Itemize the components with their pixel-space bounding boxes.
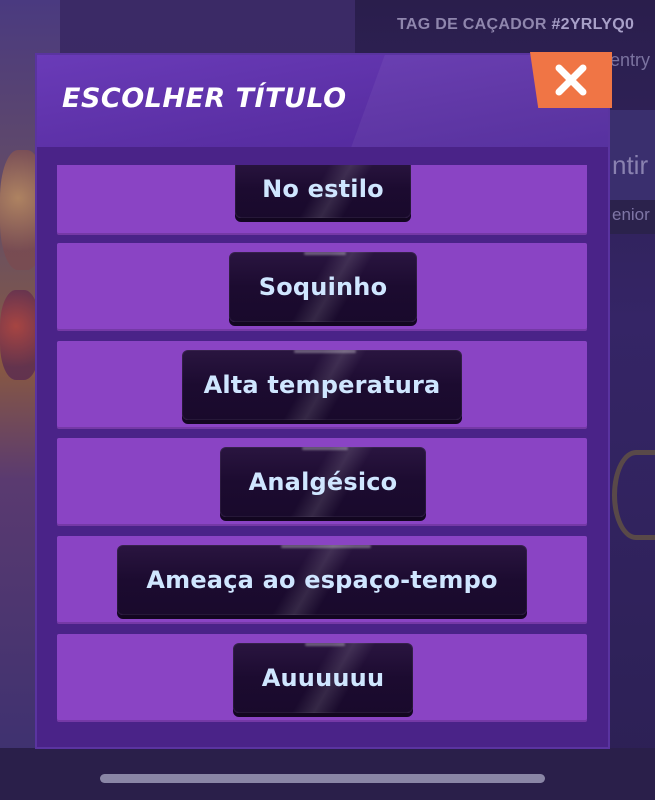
title-option-label: No estilo [262, 175, 384, 203]
title-row: Alta temperatura [57, 341, 587, 429]
title-option-button[interactable]: Alta temperatura [182, 350, 462, 420]
close-x-icon [555, 64, 587, 96]
title-row: Ameaça ao espaço-tempo [57, 536, 587, 624]
hunter-tag: TAG DE CAÇADOR #2YRLYQ0 [397, 16, 634, 34]
title-row: No estilo [57, 165, 587, 235]
modal-header: ESCOLHER TÍTULO [37, 55, 608, 147]
modal-title: ESCOLHER TÍTULO [62, 83, 347, 114]
title-option-button[interactable]: Ameaça ao espaço-tempo [117, 545, 527, 615]
background-ring-decoration [612, 450, 655, 540]
hunter-tag-value: #2YRLYQ0 [551, 16, 635, 33]
choose-title-modal: ESCOLHER TÍTULO No estilo Soquinho Alta … [35, 53, 610, 749]
title-option-button[interactable]: Analgésico [220, 447, 426, 517]
title-option-button[interactable]: Auuuuuu [233, 643, 413, 713]
title-option-button[interactable]: Soquinho [229, 252, 417, 322]
title-option-label: Alta temperatura [203, 371, 441, 399]
title-option-label: Auuuuuu [261, 664, 385, 692]
background-art-detail [0, 290, 40, 380]
title-option-label: Analgésico [248, 468, 398, 496]
title-row: Soquinho [57, 243, 587, 331]
home-indicator-bar[interactable] [100, 774, 545, 783]
title-option-button[interactable]: No estilo [235, 165, 411, 218]
title-row: Auuuuuu [57, 634, 587, 722]
background-text: entry [610, 50, 651, 70]
close-button[interactable] [530, 52, 612, 108]
title-row: Analgésico [57, 438, 587, 526]
hunter-tag-label: TAG DE CAÇADOR [397, 16, 547, 33]
title-option-label: Soquinho [258, 273, 388, 301]
title-list[interactable]: No estilo Soquinho Alta temperatura Anal… [57, 165, 587, 731]
background-text: ntir [612, 150, 649, 180]
title-option-label: Ameaça ao espaço-tempo [146, 566, 498, 594]
background-text: enior [612, 205, 650, 224]
